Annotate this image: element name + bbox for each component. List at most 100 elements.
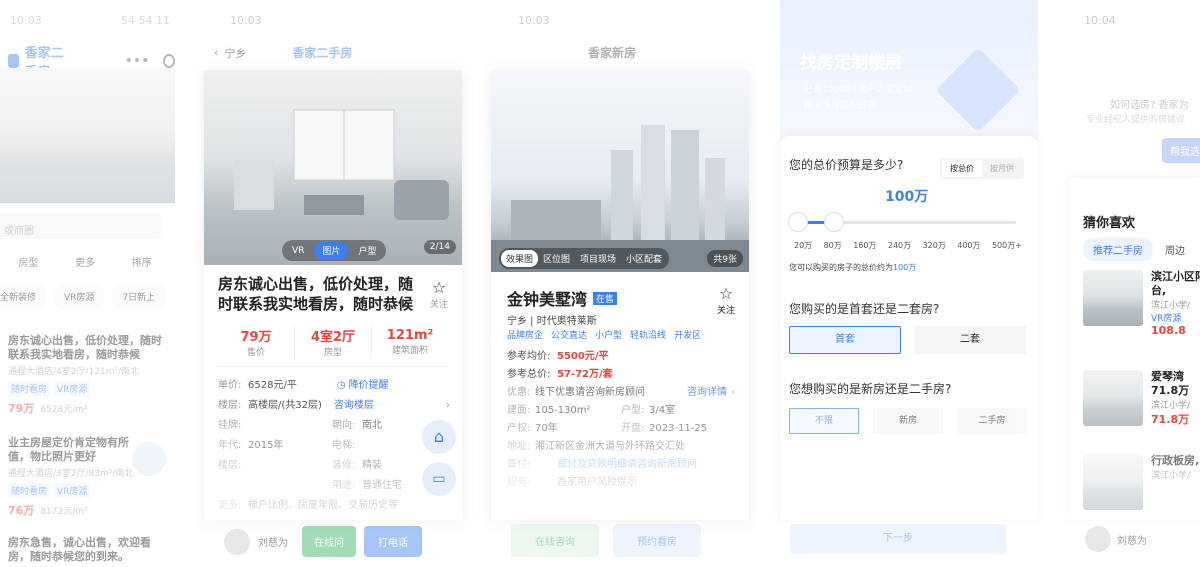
listing-price: 71.8万: [1151, 413, 1190, 426]
listing-item[interactable]: 房东诚心出售，低价处理，随时联系我实地看房，随时恭候 通程大酒店/4室2厅/12…: [8, 334, 168, 416]
chip-vr[interactable]: VR房源: [54, 284, 105, 309]
option-resale[interactable]: 二手房: [957, 408, 1027, 434]
screen3-bottom-bar: 在线咨询 预约看房: [491, 520, 749, 567]
house-3d-icon: [935, 47, 1021, 133]
search-bar[interactable]: 或商圈: [0, 213, 161, 239]
development-photo[interactable]: 效果图 区位图 项目现场 小区配套 共9张: [491, 70, 749, 272]
target-icon[interactable]: [163, 54, 175, 68]
toggle-total[interactable]: 按总价: [942, 160, 982, 177]
price-alert-link[interactable]: 降价提醒: [349, 376, 389, 396]
listing-title: 滨江小区阳台,: [1151, 270, 1200, 297]
listing-meta: 滨江小学/: [1151, 471, 1191, 481]
building-illustration: [491, 125, 749, 272]
avatar: [224, 528, 250, 555]
more-value: 梯户比例、房屋年限、交易历史等: [248, 500, 398, 511]
status-time: 10:03: [230, 14, 262, 27]
tab-nearby[interactable]: 周边: [1165, 242, 1185, 257]
chip-new7[interactable]: 7日新上: [112, 284, 166, 309]
listing-thumb[interactable]: [1083, 270, 1143, 326]
photo-tab-site[interactable]: 项目现场: [575, 250, 621, 267]
field-label: 装修:: [332, 460, 356, 471]
field-label: 参考总价:: [507, 369, 551, 380]
tag: 品牌房企: [507, 331, 544, 341]
online-ask-button[interactable]: 在线问: [302, 526, 356, 557]
star-icon: ☆: [431, 278, 447, 297]
tick-label: 500万+: [991, 241, 1022, 250]
follow-button[interactable]: ☆ 关注: [424, 278, 454, 310]
listing-meta: 通程大酒店/3室2厅/93m²/南北: [8, 469, 134, 479]
chat-float-button[interactable]: ▭: [422, 462, 456, 496]
banner-question: 如何选房? 香家为: [1110, 100, 1189, 111]
screen2-top-faded: 10:03 ‹ 宁乡 香家二手房: [200, 0, 465, 70]
chevron-right-icon[interactable]: ›: [731, 384, 735, 402]
listing-item[interactable]: 业主房屋定价肯定物有所值，物比照片更好 通程大酒店/3室2厅/93m²/南北 随…: [8, 436, 148, 518]
nav-city[interactable]: 宁乡: [224, 45, 246, 61]
listing-thumb[interactable]: [1083, 370, 1143, 426]
option-first[interactable]: 首套: [789, 326, 901, 354]
field-label: 更多:: [218, 500, 242, 511]
option-second[interactable]: 二套: [914, 326, 1026, 354]
listing-item[interactable]: 房东急售，诚心出售，欢迎看房，随时恭候您的到来。: [8, 536, 168, 564]
chevron-right-icon[interactable]: ›: [446, 396, 450, 416]
ask-floor-link[interactable]: 咨询楼层: [334, 396, 374, 416]
stat-value: 79万: [240, 330, 272, 345]
option-new[interactable]: 新房: [873, 408, 943, 434]
home-float-button[interactable]: ⌂: [422, 420, 456, 454]
banner-image: [0, 68, 175, 203]
field-label: 参考均价:: [507, 351, 551, 362]
book-visit-button[interactable]: 预约看房: [613, 524, 701, 557]
help-me-choose-button[interactable]: 帮我选: [1162, 138, 1200, 163]
more-dots-icon[interactable]: •••: [125, 53, 150, 69]
back-arrow-icon[interactable]: ‹: [214, 46, 218, 59]
budget-slider-handle[interactable]: [824, 212, 844, 232]
stat-label: 房型: [323, 348, 342, 358]
tick-label: 20万: [794, 241, 813, 250]
field-label: 服务:: [507, 477, 531, 488]
screen2-bottom-bar: 刘慈为 在线问 打电话: [204, 520, 462, 567]
house-photo[interactable]: VR 图片 户型 2/14: [204, 70, 462, 265]
tick-label: 240万: [887, 241, 912, 250]
option-any[interactable]: 不限: [789, 408, 859, 434]
clock-icon: ◷: [336, 380, 346, 391]
budget-value: 100万: [885, 189, 929, 205]
banner-subtitle: 专业经纪人提供购房建议: [1086, 115, 1186, 125]
media-tab-floorplan[interactable]: 户型: [350, 242, 384, 259]
screen4-bottom: 下一步: [780, 520, 1038, 567]
development-title: 金钟美墅湾: [507, 290, 588, 309]
photo-tab-facilities[interactable]: 小区配套: [621, 250, 667, 267]
media-tab-photo[interactable]: 图片: [314, 242, 349, 259]
agent-name: 刘慈为: [258, 538, 288, 549]
filter-sort[interactable]: 排序: [132, 254, 152, 269]
chip-renovated[interactable]: 全新装修: [0, 284, 47, 309]
tick-label: 80万: [823, 241, 842, 250]
listing-thumb[interactable]: [1083, 454, 1143, 510]
room-illustration: [234, 109, 449, 220]
status-badge: 在售: [593, 291, 618, 305]
tag: VR房源: [54, 483, 91, 498]
discount-link[interactable]: 咨询详情: [687, 384, 727, 402]
status-time: 10:03: [518, 14, 550, 27]
house-title: 房东诚心出售，低价处理，随时联系我实地看房，随时恭候: [218, 275, 414, 313]
budget-slider-handle[interactable]: [788, 212, 808, 232]
tab-recommended-resale[interactable]: 推荐二手房: [1083, 238, 1153, 261]
orientation-value: 南北: [362, 420, 382, 431]
media-tab-vr[interactable]: VR: [284, 244, 312, 258]
next-button[interactable]: 下一步: [790, 524, 1006, 554]
chat-float-icon[interactable]: [132, 442, 166, 476]
photo-tab-location[interactable]: 区位图: [538, 250, 575, 267]
photo-tab-rendering[interactable]: 效果图: [501, 250, 539, 267]
discount-value: 线下优惠请咨询新房顾问: [535, 387, 645, 398]
year-value: 2015年: [248, 440, 284, 451]
field-label: 优惠:: [507, 387, 531, 398]
budget-note-value: 100万: [893, 263, 917, 272]
budget-mode-toggle[interactable]: 按总价 按月供: [940, 158, 1024, 179]
toggle-monthly[interactable]: 按月供: [982, 160, 1022, 177]
online-consult-button[interactable]: 在线咨询: [511, 524, 599, 557]
call-button[interactable]: 打电话: [364, 526, 422, 557]
header-title: 找房定制楼层: [800, 53, 902, 73]
screen5-bottom: 刘慈为: [1069, 520, 1200, 567]
filter-more[interactable]: 更多: [75, 254, 95, 269]
follow-button[interactable]: ☆ 关注: [713, 284, 739, 316]
search-placeholder: 或商圈: [4, 226, 34, 237]
filter-house-type[interactable]: 房型: [18, 254, 38, 269]
